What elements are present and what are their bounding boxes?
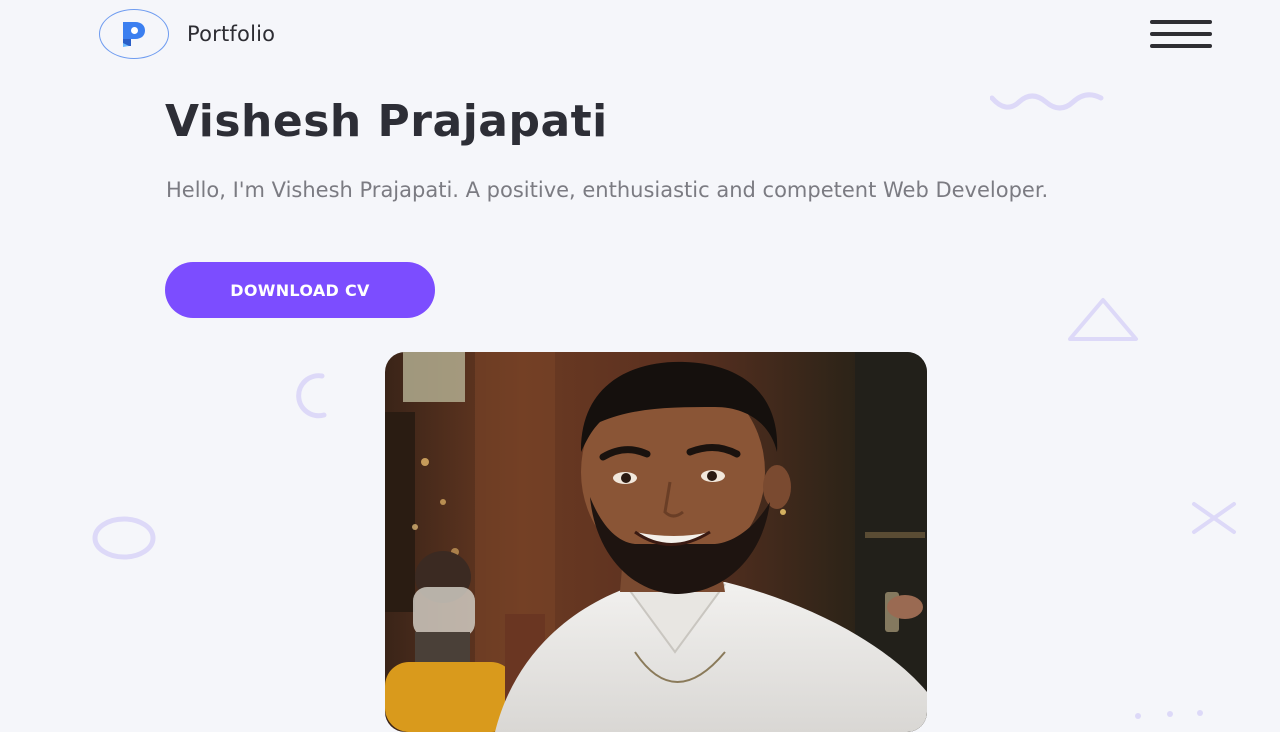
profile-photo bbox=[385, 352, 927, 732]
brand-name: Portfolio bbox=[187, 22, 276, 46]
menu-bar bbox=[1150, 44, 1212, 48]
p-logo-icon bbox=[123, 22, 145, 47]
download-cv-button[interactable]: DOWNLOAD CV bbox=[165, 262, 435, 318]
triangle-icon bbox=[1068, 298, 1138, 341]
logo-badge bbox=[99, 9, 169, 59]
cross-icon bbox=[1192, 502, 1236, 534]
hamburger-menu-icon[interactable] bbox=[1150, 20, 1212, 50]
menu-bar bbox=[1150, 32, 1212, 36]
ring-icon bbox=[92, 516, 156, 560]
dots-icon bbox=[1135, 710, 1203, 719]
hero-name: Vishesh Prajapati bbox=[165, 96, 608, 147]
hero-intro: Hello, I'm Vishesh Prajapati. A positive… bbox=[166, 178, 1049, 202]
menu-bar bbox=[1150, 20, 1212, 24]
brand-logo-link[interactable]: Portfolio bbox=[99, 9, 275, 59]
wave-icon bbox=[990, 92, 1104, 111]
crescent-icon bbox=[296, 373, 327, 419]
